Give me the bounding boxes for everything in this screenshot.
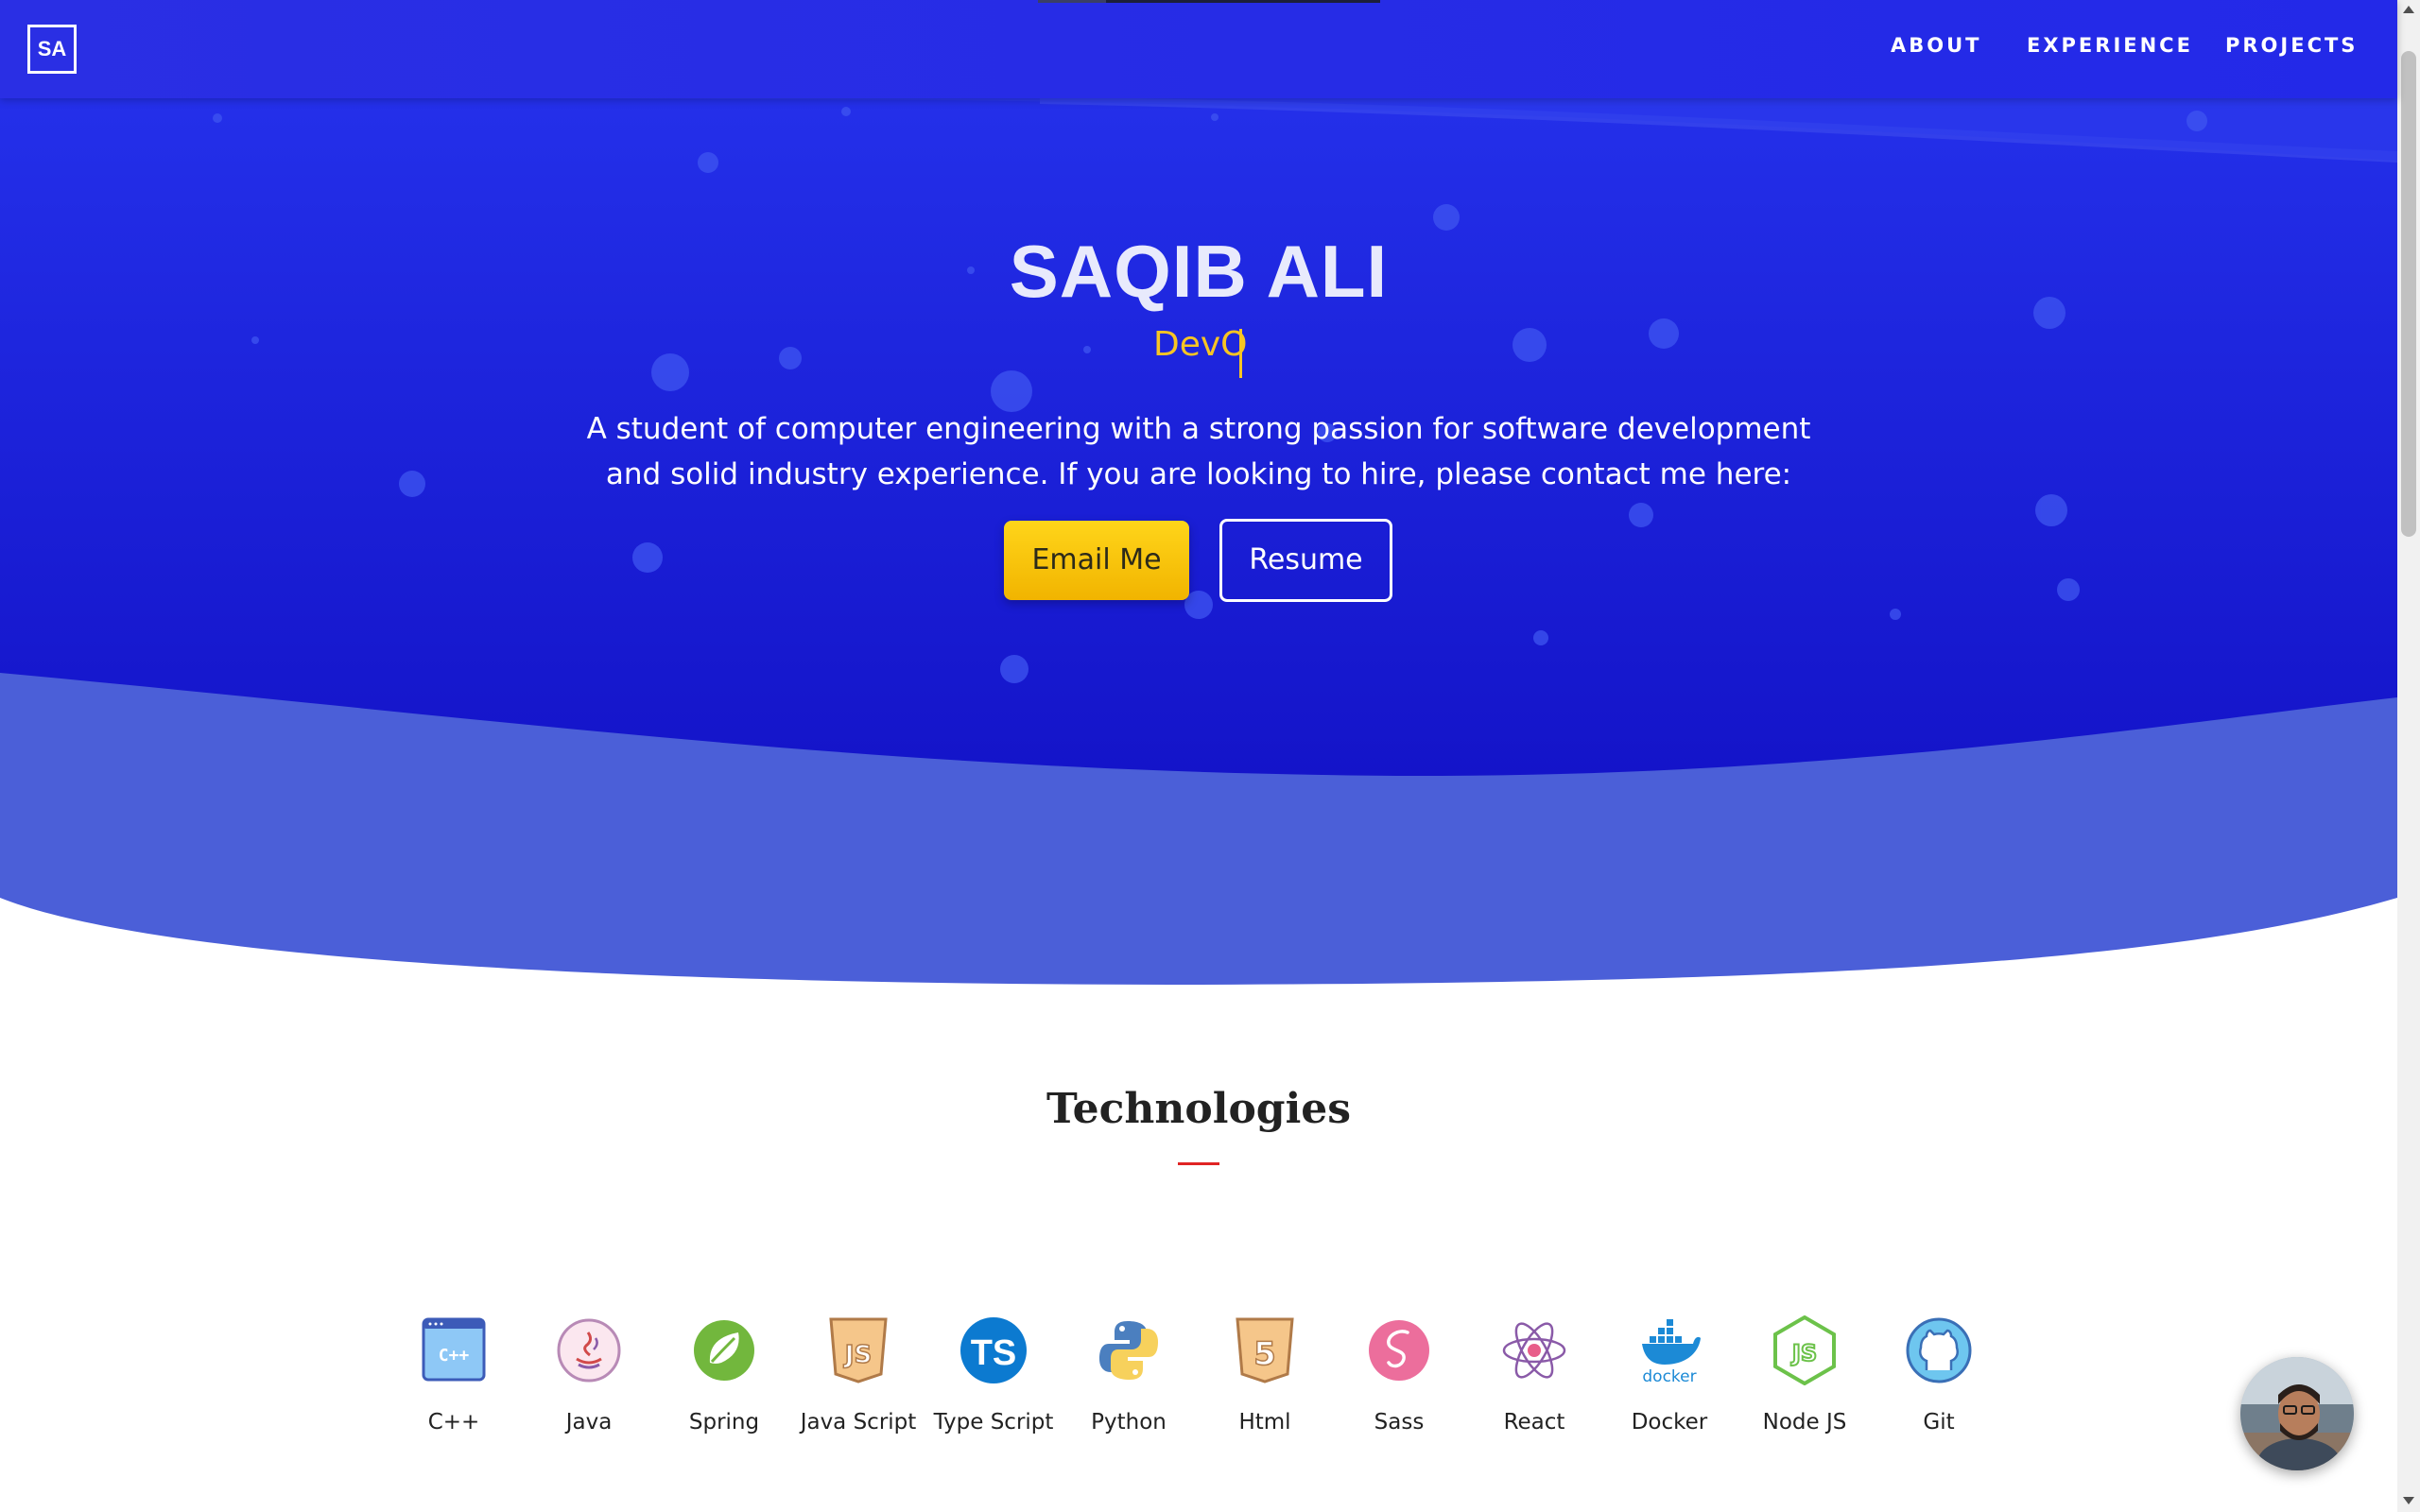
hero-name: SAQIB ALI — [1009, 230, 1389, 313]
react-icon — [1502, 1322, 1566, 1379]
tech-item-cplusplus: C++ C++ — [388, 1308, 520, 1450]
tech-item-python: Python — [1063, 1308, 1195, 1450]
scroll-up-arrow-icon[interactable] — [2403, 6, 2414, 13]
hero-description: A student of computer engineering with a… — [586, 412, 1811, 491]
sass-icon — [1369, 1320, 1429, 1381]
tech-item-html: 5 Html — [1199, 1308, 1331, 1450]
java-icon — [557, 1318, 621, 1383]
tech-item-sass: Sass — [1333, 1308, 1465, 1450]
python-icon — [1099, 1321, 1158, 1380]
typed-cursor — [1239, 329, 1242, 378]
page-scrollbar[interactable] — [2397, 0, 2420, 1512]
hero-typed-role: DevO — [1153, 325, 1248, 364]
tech-item-react: React — [1468, 1308, 1600, 1450]
svg-text:TS: TS — [971, 1333, 1017, 1373]
hero-background — [0, 94, 2397, 985]
scroll-progress-fill — [1106, 0, 1380, 3]
svg-text:JS: JS — [843, 1341, 872, 1369]
svg-text:5: 5 — [1253, 1335, 1276, 1373]
resume-button[interactable]: Resume — [1219, 519, 1392, 602]
technologies-title: Technologies — [1046, 1085, 1352, 1133]
nav-link-experience[interactable]: EXPERIENCE — [2027, 34, 2193, 57]
logo[interactable]: SA — [27, 25, 77, 74]
top-navbar: SA ABOUT EXPERIENCE PROJECTS — [0, 0, 2397, 98]
svg-text:docker: docker — [1642, 1367, 1696, 1385]
html5-icon: 5 — [1236, 1317, 1294, 1383]
tech-item-spring: Spring — [658, 1308, 790, 1450]
email-me-button[interactable]: Email Me — [1004, 521, 1189, 600]
javascript-icon: JS — [829, 1317, 888, 1383]
docker-icon: docker — [1642, 1319, 1701, 1385]
svg-text:C++: C++ — [439, 1346, 470, 1366]
tech-item-nodejs: JS Node JS — [1738, 1308, 1871, 1450]
scroll-down-arrow-icon[interactable] — [2403, 1497, 2414, 1504]
profile-photo — [2240, 1357, 2354, 1470]
nav-link-projects[interactable]: PROJECTS — [2225, 34, 2358, 57]
tech-item-javascript: JS Java Script — [792, 1308, 925, 1450]
nav-link-about[interactable]: ABOUT — [1891, 34, 1982, 57]
title-underline — [1178, 1162, 1219, 1165]
tech-item-git: Git — [1873, 1308, 2005, 1450]
cplusplus-icon: C++ — [422, 1317, 486, 1382]
nodejs-icon: JS — [1773, 1315, 1836, 1385]
portfolio-page: SA ABOUT EXPERIENCE PROJECTS SAQIB ALI D… — [0, 0, 2420, 1512]
scrollbar-thumb[interactable] — [2401, 51, 2416, 537]
spring-icon — [694, 1320, 754, 1381]
tech-item-java: Java — [523, 1308, 655, 1450]
hero-section — [0, 0, 2397, 1040]
tech-label: Git — [1923, 1410, 1955, 1435]
svg-text:JS: JS — [1790, 1340, 1817, 1366]
github-icon — [1906, 1317, 1972, 1383]
typescript-icon: TS — [960, 1317, 1027, 1383]
avatar[interactable] — [2240, 1357, 2354, 1470]
tech-item-docker: docker Docker — [1603, 1308, 1736, 1450]
tech-item-typescript: TS Type Script — [927, 1308, 1060, 1450]
